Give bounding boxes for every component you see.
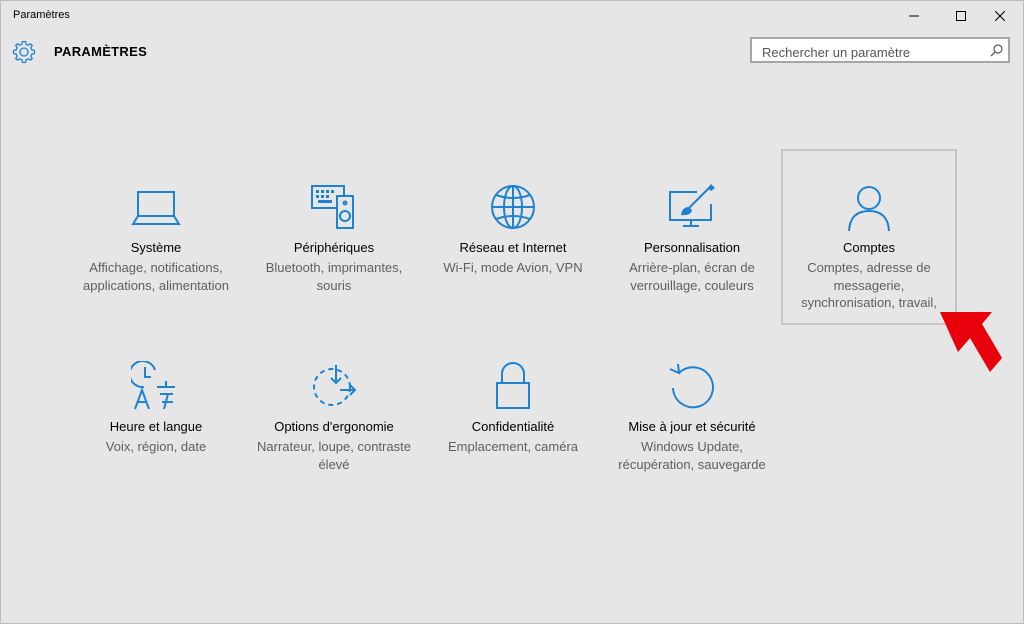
- maximize-icon: [956, 11, 966, 21]
- tile-comptes[interactable]: Comptes Comptes, adresse de messagerie, …: [781, 149, 957, 325]
- search-box[interactable]: [750, 37, 1010, 63]
- page-title: PARAMÈTRES: [54, 44, 148, 59]
- close-button[interactable]: [977, 1, 1023, 31]
- tile-ergonomie[interactable]: Options d'ergonomie Narrateur, loupe, co…: [246, 329, 422, 505]
- globe-icon: [491, 185, 535, 229]
- tile-description: Affichage, notifications, applications, …: [83, 260, 229, 293]
- tile-label: Options d'ergonomie: [274, 419, 394, 434]
- close-icon: [995, 11, 1005, 21]
- red-arrow-annotation: [940, 312, 1002, 372]
- tile-label: Mise à jour et sécurité: [628, 419, 756, 434]
- tile-peripheriques[interactable]: Périphériques Bluetooth, imprimantes, so…: [246, 150, 422, 326]
- tile-label: Personnalisation: [643, 240, 741, 255]
- gear-icon: [12, 40, 36, 64]
- tile-label: Périphériques: [293, 240, 375, 255]
- tile-heure-langue[interactable]: Heure et langue Voix, région, date: [68, 329, 244, 505]
- tile-description: Narrateur, loupe, contraste élevé: [257, 439, 411, 472]
- tile-description: Wi-Fi, mode Avion, VPN: [443, 260, 583, 275]
- tile-label: Heure et langue: [109, 419, 203, 434]
- tile-description: Bluetooth, imprimantes, souris: [265, 260, 403, 293]
- tile-systeme[interactable]: Système Affichage, notifications, applic…: [68, 150, 244, 326]
- title-bar[interactable]: Paramètres: [1, 1, 1023, 31]
- tile-label: Comptes: [842, 240, 896, 255]
- tile-description: Emplacement, caméra: [447, 439, 579, 454]
- ease-of-access-icon: [313, 365, 357, 406]
- clock-language-icon: [131, 361, 175, 410]
- laptop-icon: [131, 191, 181, 225]
- tile-description: Windows Update, récupération, sauvegarde: [618, 439, 766, 472]
- window-title: Paramètres: [13, 9, 70, 21]
- tile-label: Réseau et Internet: [459, 240, 567, 255]
- search-input[interactable]: [760, 42, 984, 62]
- paintbrush-monitor-icon: [669, 184, 715, 227]
- keyboard-speaker-icon: [311, 185, 354, 229]
- tile-label: Confidentialité: [471, 419, 555, 434]
- person-icon: [848, 186, 890, 232]
- tile-mise-a-jour[interactable]: Mise à jour et sécurité Windows Update, …: [604, 329, 780, 505]
- tile-reseau[interactable]: Réseau et Internet Wi-Fi, mode Avion, VP…: [425, 150, 601, 326]
- search-icon[interactable]: [990, 44, 1003, 57]
- tile-label: Système: [130, 240, 182, 255]
- tile-confidentialite[interactable]: Confidentialité Emplacement, caméra: [425, 329, 601, 505]
- tile-description: Voix, région, date: [105, 439, 207, 454]
- update-icon: [669, 363, 714, 409]
- settings-window: Paramètres PARAMÈTRES Sy: [0, 0, 1024, 624]
- tile-personnalisation[interactable]: Personnalisation Arrière-plan, écran de …: [604, 150, 780, 326]
- lock-icon: [496, 362, 530, 409]
- minimize-button[interactable]: [891, 1, 937, 31]
- tile-description: Arrière-plan, écran de verrouillage, cou…: [629, 260, 755, 293]
- minimize-icon: [909, 15, 919, 17]
- tile-description: Comptes, adresse de messagerie, synchron…: [801, 260, 937, 310]
